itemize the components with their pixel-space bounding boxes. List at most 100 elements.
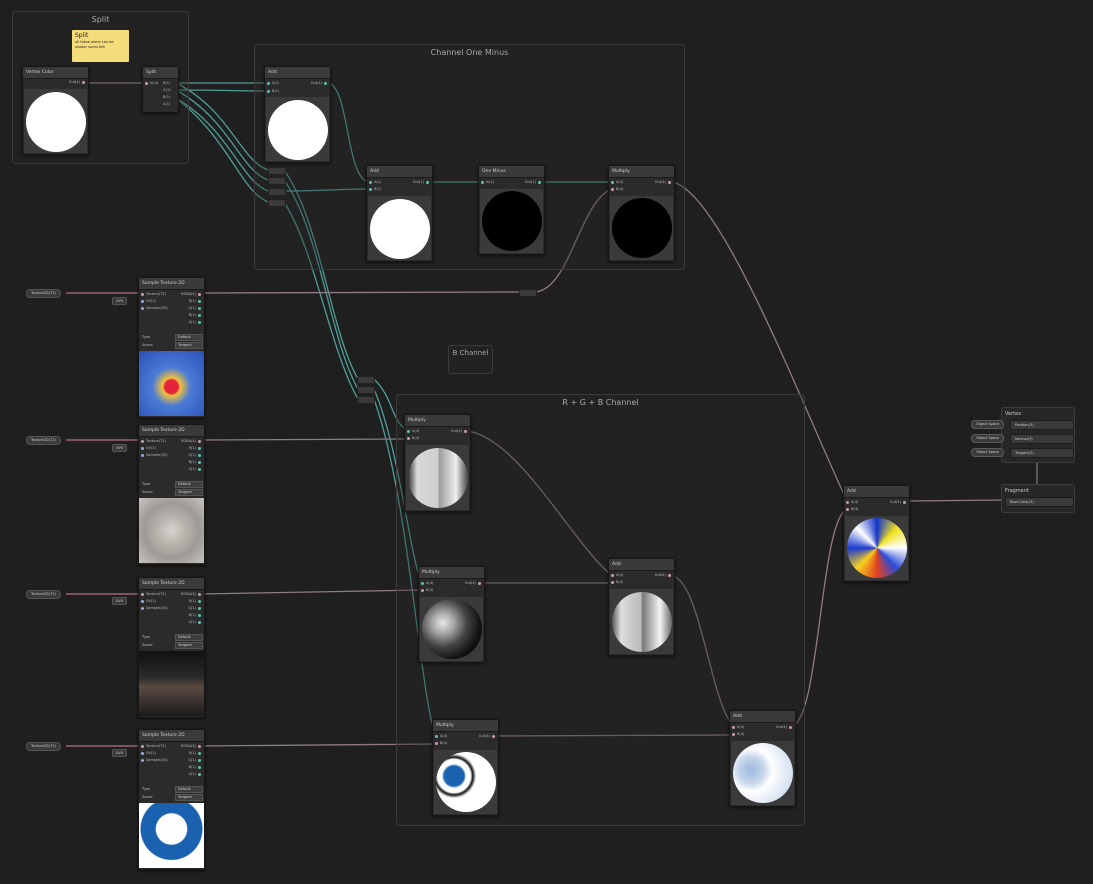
reroute-node[interactable] — [357, 376, 375, 384]
port-dot[interactable] — [141, 599, 144, 603]
port-dot[interactable] — [198, 606, 201, 610]
port-dot[interactable] — [198, 306, 201, 310]
type-dropdown[interactable]: Default — [175, 334, 203, 341]
port-dot[interactable] — [198, 299, 201, 303]
port-dot[interactable] — [435, 741, 438, 745]
port-dot[interactable] — [492, 734, 495, 738]
uv-channel-field[interactable]: UV0 — [112, 444, 128, 452]
port-dot[interactable] — [478, 581, 481, 585]
port-dot[interactable] — [198, 772, 201, 776]
port-dot[interactable] — [141, 292, 144, 296]
port-dot[interactable] — [198, 592, 201, 596]
space-tag[interactable]: Object Space — [971, 420, 1005, 429]
group-b-channel[interactable]: B Channel — [448, 345, 493, 374]
reroute-node[interactable] — [268, 199, 286, 207]
sample-texture-2d-node[interactable]: Sample Texture 2D Texture(T2) UV(2) Samp… — [138, 424, 205, 565]
reroute-node[interactable] — [268, 167, 286, 175]
sample-texture-2d-node[interactable]: Sample Texture 2D Texture(T2) UV(2) Samp… — [138, 729, 205, 870]
port-dot[interactable] — [732, 732, 735, 736]
port-dot[interactable] — [426, 180, 429, 184]
port-dot[interactable] — [668, 180, 671, 184]
add-node-top[interactable]: Add A(1) B(1) Out(1) — [264, 66, 331, 163]
port-dot[interactable] — [82, 80, 85, 84]
port-dot[interactable] — [421, 588, 424, 592]
reroute-node[interactable] — [357, 396, 375, 404]
port-dot[interactable] — [141, 606, 144, 610]
port-dot[interactable] — [481, 180, 484, 184]
space-dropdown[interactable]: Tangent — [175, 489, 203, 496]
port-dot[interactable] — [267, 81, 270, 85]
texture-property-pill[interactable]: Texture2D(T2) — [26, 289, 61, 298]
port-dot[interactable] — [198, 460, 201, 464]
vertex-row-tangent[interactable]: Tangent(3) — [1010, 448, 1074, 458]
add-node-rgb[interactable]: Add A(4) B(4) Out(4) — [729, 710, 796, 807]
port-dot[interactable] — [198, 446, 201, 450]
texture-property-pill[interactable]: Texture2D(T2) — [26, 590, 61, 599]
port-dot[interactable] — [141, 446, 144, 450]
multiply-node-1[interactable]: Multiply A(4) B(4) Out(4) — [404, 414, 471, 512]
port-dot[interactable] — [789, 725, 792, 729]
space-tag[interactable]: Object Space — [971, 434, 1005, 443]
port-dot[interactable] — [611, 573, 614, 577]
port-dot[interactable] — [611, 180, 614, 184]
type-dropdown[interactable]: Default — [175, 786, 203, 793]
fragment-context[interactable]: Fragment Base Color(3) — [1001, 484, 1075, 513]
port-dot[interactable] — [141, 592, 144, 596]
port-dot[interactable] — [732, 725, 735, 729]
port-dot[interactable] — [369, 180, 372, 184]
add-node-final[interactable]: Add A(4) B(4) Out(4) — [843, 485, 910, 582]
sample-texture-2d-node[interactable]: Sample Texture 2D Texture(T2) UV(2) Samp… — [138, 577, 205, 718]
port-dot[interactable] — [141, 306, 144, 310]
reroute-node[interactable] — [357, 386, 375, 394]
reroute-node[interactable] — [268, 177, 286, 185]
port-dot[interactable] — [198, 613, 201, 617]
port-dot[interactable] — [538, 180, 541, 184]
port-dot[interactable] — [407, 429, 410, 433]
port-dot[interactable] — [198, 467, 201, 471]
space-tag[interactable]: Object Space — [971, 448, 1005, 457]
port-dot[interactable] — [141, 453, 144, 457]
port-dot[interactable] — [141, 439, 144, 443]
port-dot[interactable] — [464, 429, 467, 433]
port-dot[interactable] — [846, 507, 849, 511]
port-dot[interactable] — [421, 581, 424, 585]
space-dropdown[interactable]: Tangent — [175, 794, 203, 801]
space-dropdown[interactable]: Tangent — [175, 642, 203, 649]
port-dot[interactable] — [611, 187, 614, 191]
vertex-color-node[interactable]: Vertex Color Out(4) — [22, 66, 89, 155]
port-dot[interactable] — [369, 187, 372, 191]
reroute-node[interactable] — [268, 188, 286, 196]
port-dot[interactable] — [198, 320, 201, 324]
uv-channel-field[interactable]: UV0 — [112, 749, 128, 757]
one-minus-node[interactable]: One Minus In(1) Out(1) — [478, 165, 545, 255]
multiply-node-top[interactable]: Multiply A(4) B(4) Out(4) — [608, 165, 675, 262]
port-dot[interactable] — [324, 81, 327, 85]
port-dot[interactable] — [198, 765, 201, 769]
vertex-row-position[interactable]: Position(3) — [1010, 420, 1074, 430]
port-dot[interactable] — [846, 500, 849, 504]
port-dot[interactable] — [141, 299, 144, 303]
port-dot[interactable] — [267, 89, 270, 93]
port-dot[interactable] — [198, 758, 201, 762]
port-dot[interactable] — [198, 744, 201, 748]
port-dot[interactable] — [198, 313, 201, 317]
texture-property-pill[interactable]: Texture2D(T2) — [26, 742, 61, 751]
type-dropdown[interactable]: Default — [175, 634, 203, 641]
vertex-context[interactable]: Vertex Position(3) Normal(3) Tangent(3) — [1001, 407, 1075, 463]
port-dot[interactable] — [141, 758, 144, 762]
sticky-note[interactable]: Split all these alone can be shader suck… — [72, 30, 129, 62]
reroute-node[interactable] — [519, 289, 537, 297]
port-dot[interactable] — [903, 500, 906, 504]
texture-property-pill[interactable]: Texture2D(T2) — [26, 436, 61, 445]
fragment-row-base-color[interactable]: Base Color(3) — [1005, 497, 1074, 507]
port-dot[interactable] — [198, 599, 201, 603]
port-dot[interactable] — [198, 439, 201, 443]
sample-texture-2d-node[interactable]: Sample Texture 2D Texture(T2) UV(2) Samp… — [138, 277, 205, 418]
vertex-row-normal[interactable]: Normal(3) — [1010, 434, 1074, 444]
add-node-rg[interactable]: Add A(4) B(4) Out(4) — [608, 558, 675, 656]
split-node[interactable]: Split In(4) R(1) G(1) B(1) A(1) — [142, 66, 179, 113]
port-dot[interactable] — [198, 453, 201, 457]
uv-channel-field[interactable]: UV0 — [112, 597, 128, 605]
multiply-node-2[interactable]: Multiply A(4) B(4) Out(4) — [418, 566, 485, 663]
port-dot[interactable] — [141, 744, 144, 748]
